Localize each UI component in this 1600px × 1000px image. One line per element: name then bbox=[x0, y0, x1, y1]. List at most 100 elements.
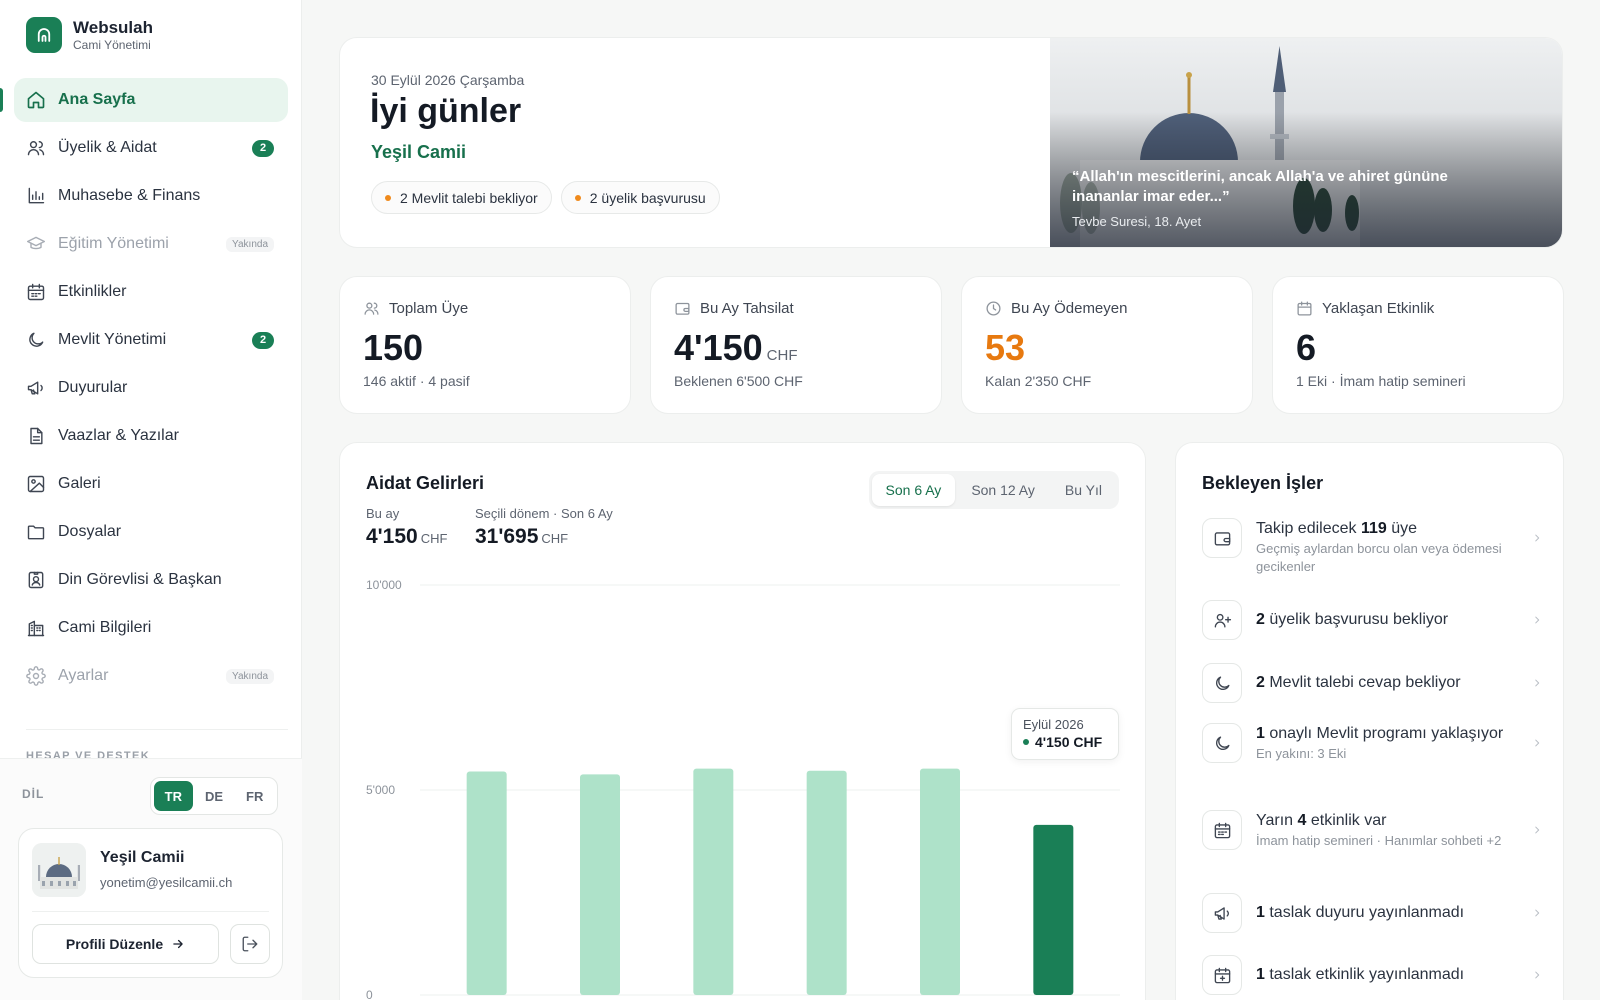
task-text: 2 Mevlit talebi cevap bekliyor bbox=[1256, 672, 1518, 693]
sidebar-item-ayarlar[interactable]: Ayarlar Yakında bbox=[14, 654, 288, 698]
tooltip-value: 4'150 CHF bbox=[1023, 734, 1107, 750]
avatar[interactable] bbox=[32, 843, 86, 897]
stat-number: 150 bbox=[363, 327, 424, 368]
task-item[interactable]: 2 üyelik başvurusu bekliyor bbox=[1202, 600, 1542, 640]
profile-card: Yeşil Camii yonetim@yesilcamii.ch Profil… bbox=[18, 828, 283, 978]
sidebar-item-cami-bilgileri[interactable]: Cami Bilgileri bbox=[14, 606, 288, 650]
task-subtext: İmam hatip semineri · Hanımlar sohbeti +… bbox=[1256, 833, 1502, 848]
task-text: 1 taslak duyuru yayınlanmadı bbox=[1256, 902, 1518, 923]
chart-bar[interactable] bbox=[1033, 824, 1074, 995]
language-option-fr[interactable]: FR bbox=[235, 781, 274, 811]
stat-subtext: Beklenen 6'500 CHF bbox=[674, 373, 803, 389]
task-count: 1 bbox=[1256, 904, 1265, 921]
chart-bar[interactable] bbox=[806, 770, 847, 995]
sidebar-item-din-görevlisi-başkan[interactable]: Din Görevlisi & Başkan bbox=[14, 558, 288, 602]
task-item[interactable]: 1 onaylı Mevlit programı yaklaşıyor En ya… bbox=[1202, 723, 1542, 763]
sidebar-item-label: Galeri bbox=[58, 475, 101, 492]
mevlit-requests-pill[interactable]: 2 Mevlit talebi bekliyor bbox=[371, 181, 552, 214]
sidebar-item-duyurular[interactable]: Duyurular bbox=[14, 366, 288, 410]
chart-bar[interactable] bbox=[466, 771, 507, 995]
stat-label: Toplam Üye bbox=[389, 300, 469, 317]
tab-last-12-months[interactable]: Son 12 Ay bbox=[957, 474, 1049, 506]
task-suffix: etkinlik var bbox=[1306, 812, 1387, 829]
sidebar-item-muhasebe-finans[interactable]: Muhasebe & Finans bbox=[14, 174, 288, 218]
task-count: 2 bbox=[1256, 674, 1265, 691]
task-suffix: üyelik başvurusu bekliyor bbox=[1264, 611, 1449, 628]
sidebar-item-label: Etkinlikler bbox=[58, 283, 127, 300]
language-option-de[interactable]: DE bbox=[195, 781, 234, 811]
chart-bar[interactable] bbox=[920, 768, 960, 995]
task-item[interactable]: 1 taslak duyuru yayınlanmadı bbox=[1202, 893, 1542, 933]
this-month-value: 4'150 CHF bbox=[366, 525, 447, 549]
task-prefix: Yarın bbox=[1256, 812, 1298, 829]
chevron-right-icon bbox=[1535, 679, 1540, 687]
wallet-icon bbox=[675, 302, 690, 315]
task-item[interactable]: 1 taslak etkinlik yayınlanmadı bbox=[1202, 955, 1542, 995]
profile-name: Yeşil Camii bbox=[100, 849, 185, 866]
task-item[interactable]: Takip edilecek 119 üye Geçmiş aylardan bo… bbox=[1202, 518, 1542, 576]
y-tick-label: 10'000 bbox=[366, 578, 402, 592]
chevron-right-icon bbox=[1535, 971, 1540, 979]
stat-card-monthly-collection[interactable]: Bu Ay Tahsilat 4'150 CHF Beklenen 6'500 C… bbox=[650, 276, 942, 414]
stat-header: Bu Ay Ödemeyen bbox=[985, 300, 1127, 317]
task-text: 2 üyelik başvurusu bekliyor bbox=[1256, 609, 1518, 630]
task-count: 119 bbox=[1360, 520, 1387, 537]
sidebar-item-galeri[interactable]: Galeri bbox=[14, 462, 288, 506]
bar-chart-icon bbox=[26, 186, 46, 206]
count-badge: 2 bbox=[252, 139, 274, 157]
chart-tooltip: Eylül 2026 4'150 CHF bbox=[1011, 708, 1119, 760]
mosque-name: Yeşil Camii bbox=[371, 142, 467, 162]
logout-button[interactable] bbox=[230, 924, 270, 964]
sidebar-item-mevlit-yönetimi[interactable]: Mevlit Yönetimi 2 bbox=[14, 318, 288, 362]
sidebar-item-eğitim-yönetimi[interactable]: Eğitim Yönetimi Yakında bbox=[14, 222, 288, 266]
sidebar-item-etkinlikler[interactable]: Etkinlikler bbox=[14, 270, 288, 314]
coming-soon-badge: Yakında bbox=[226, 668, 274, 684]
stat-value: 53 bbox=[985, 327, 1025, 369]
task-suffix: Mevlit talebi cevap bekliyor bbox=[1264, 674, 1461, 691]
sidebar-item-üyelik-aidat[interactable]: Üyelik & Aidat 2 bbox=[14, 126, 288, 170]
sidebar-item-label: Vaazlar & Yazılar bbox=[58, 427, 179, 444]
stat-card-upcoming-events[interactable]: Yaklaşan Etkinlik 6 1 Eki · İmam hatip s… bbox=[1272, 276, 1564, 414]
task-body: 1 onaylı Mevlit programı yaklaşıyor En ya… bbox=[1256, 723, 1542, 763]
current-date: 30 Eylül 2026 Çarşamba bbox=[371, 72, 525, 88]
task-text: Yarın 4 etkinlik var bbox=[1256, 810, 1518, 831]
stat-subtext: 1 Eki · İmam hatip semineri bbox=[1296, 373, 1466, 389]
chevron-right-icon bbox=[1535, 909, 1540, 917]
stat-header: Toplam Üye bbox=[363, 300, 468, 317]
moon-icon bbox=[1202, 723, 1242, 763]
membership-applications-pill[interactable]: 2 üyelik başvurusu bbox=[560, 181, 720, 214]
income-chart-card: 0 5'000 10'000 Aidat Gelirleri Son 6 Ay So… bbox=[339, 442, 1146, 1000]
task-item[interactable]: 2 Mevlit talebi cevap bekliyor bbox=[1202, 663, 1542, 703]
profile-divider bbox=[32, 911, 269, 912]
task-item[interactable]: Yarın 4 etkinlik var İmam hatip semineri … bbox=[1202, 810, 1542, 850]
chart-bar[interactable] bbox=[693, 768, 734, 995]
tooltip-month: Eylül 2026 bbox=[1023, 717, 1084, 732]
sidebar-item-dosyalar[interactable]: Dosyalar bbox=[14, 510, 288, 554]
welcome-card: 30 Eylül 2026 Çarşamba İyi günler Yeşil … bbox=[339, 37, 1563, 248]
sidebar-item-label: Cami Bilgileri bbox=[58, 619, 152, 636]
verse-source: Tevbe Suresi, 18. Ayet bbox=[1072, 214, 1202, 229]
count-badge: 2 bbox=[252, 331, 274, 349]
chart-bar[interactable] bbox=[580, 774, 620, 995]
stat-label: Bu Ay Ödemeyen bbox=[1011, 300, 1128, 317]
chevron-right-icon bbox=[1535, 534, 1540, 542]
tooltip-amount: 4'150 CHF bbox=[1035, 734, 1103, 750]
sidebar-item-label: Duyurular bbox=[58, 379, 128, 396]
stat-card-unpaid[interactable]: Bu Ay Ödemeyen 53 Kalan 2'350 CHF bbox=[961, 276, 1253, 414]
task-suffix: taslak duyuru yayınlanmadı bbox=[1264, 904, 1465, 921]
brand-logo-icon bbox=[26, 17, 62, 53]
sidebar-item-ana-sayfa[interactable]: Ana Sayfa bbox=[0, 78, 288, 122]
tab-last-6-months[interactable]: Son 6 Ay bbox=[871, 474, 956, 506]
kpi-number: 31'695 bbox=[475, 525, 539, 548]
edit-profile-button[interactable]: Profili Düzenle bbox=[32, 924, 219, 964]
sidebar-item-vaazlar-yazılar[interactable]: Vaazlar & Yazılar bbox=[14, 414, 288, 458]
brand[interactable]: Websulah Cami Yönetimi bbox=[26, 17, 153, 53]
this-month-label: Bu ay bbox=[366, 506, 400, 521]
sidebar-item-label: Mevlit Yönetimi bbox=[58, 331, 167, 348]
users-icon bbox=[26, 138, 46, 158]
language-option-tr[interactable]: TR bbox=[154, 781, 193, 811]
stat-card-total-members[interactable]: Toplam Üye 150 146 aktif · 4 pasif bbox=[339, 276, 631, 414]
calendar-plus-icon bbox=[1202, 955, 1242, 995]
tab-this-year[interactable]: Bu Yıl bbox=[1051, 474, 1116, 506]
task-text: Takip edilecek 119 üye bbox=[1256, 518, 1518, 539]
